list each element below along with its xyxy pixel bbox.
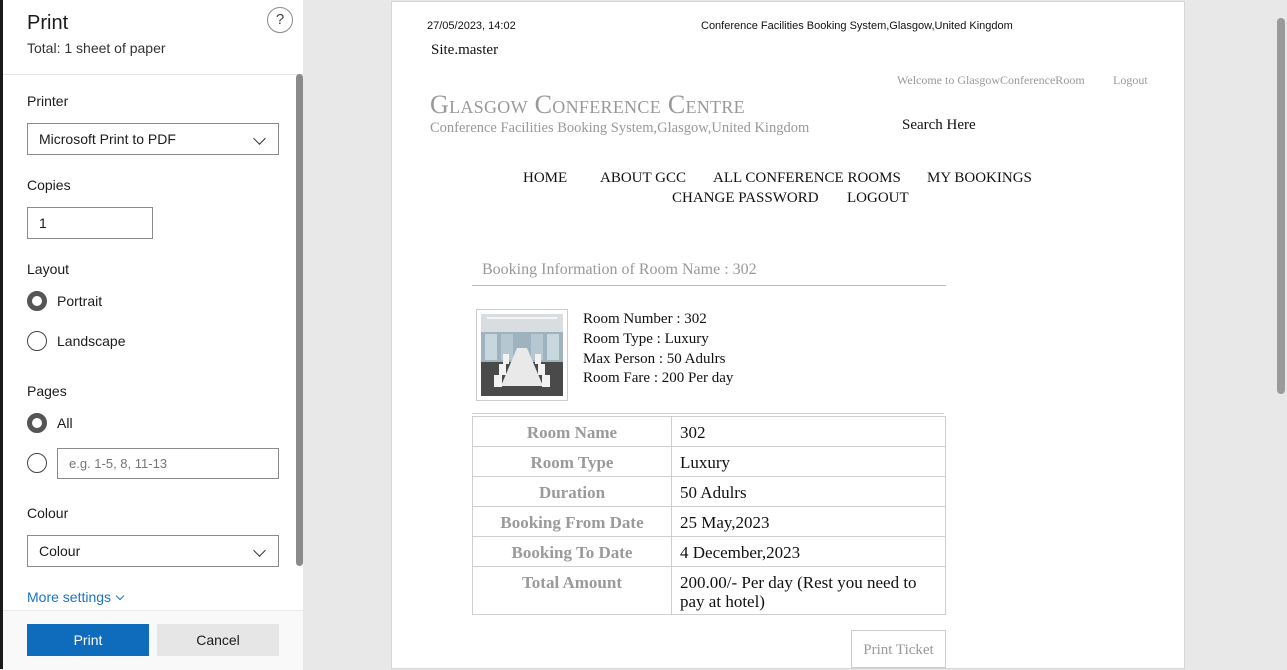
cancel-button[interactable]: Cancel [157, 624, 279, 656]
room-fare-text: Room Fare : 200 Per day [583, 370, 734, 386]
chevron-down-icon [253, 132, 266, 145]
table-row: Booking From Date 25 May,2023 [472, 506, 946, 537]
site-brand: Glasgow Conference Centre [430, 90, 745, 119]
copies-label: Copies [27, 177, 71, 193]
site-tagline: Conference Facilities Booking System,Gla… [430, 120, 810, 136]
panel-scrollbar[interactable] [296, 74, 303, 566]
more-settings-label: More settings [27, 589, 112, 605]
nav-logout[interactable]: LOGOUT [847, 190, 909, 207]
row-value: 302 [671, 416, 946, 447]
nav-home[interactable]: HOME [523, 170, 567, 187]
print-settings-panel: Print Total: 1 sheet of paper ? Printer … [0, 0, 303, 670]
room-thumbnail [476, 309, 568, 401]
pages-custom-radio[interactable] [27, 453, 47, 473]
nav-change-password[interactable]: CHANGE PASSWORD [672, 190, 819, 207]
divider [472, 413, 944, 414]
row-label: Duration [472, 476, 672, 507]
section-title: Booking Information of Room Name : 302 [482, 261, 757, 278]
colour-label: Colour [27, 505, 69, 521]
divider [472, 285, 946, 286]
help-icon[interactable]: ? [267, 7, 293, 33]
site-master-label: Site.master [431, 42, 499, 58]
row-label: Booking To Date [472, 536, 672, 567]
room-number-text: Room Number : 302 [583, 311, 707, 327]
sheet-count: Total: 1 sheet of paper [27, 40, 166, 56]
booking-details-table: Room Name 302 Room Type Luxury Duration … [472, 416, 946, 615]
nav-about[interactable]: ABOUT GCC [600, 170, 686, 187]
row-value: Luxury [671, 446, 946, 477]
preview-scrollbar[interactable] [1277, 18, 1285, 394]
chevron-down-icon [253, 544, 266, 557]
print-title: Print [27, 12, 69, 34]
search-label[interactable]: Search Here [902, 117, 976, 134]
table-row: Total Amount 200.00/- Per day (Rest you … [472, 566, 946, 615]
pages-range-input[interactable]: e.g. 1-5, 8, 11-13 [57, 448, 279, 479]
nav-all-rooms[interactable]: ALL CONFERENCE ROOMS [713, 170, 901, 187]
landscape-label: Landscape [57, 333, 126, 349]
landscape-radio[interactable] [27, 331, 47, 351]
table-row: Room Type Luxury [472, 446, 946, 477]
row-label: Total Amount [472, 566, 672, 615]
row-value: 50 Adulrs [671, 476, 946, 507]
printer-value: Microsoft Print to PDF [39, 131, 176, 147]
room-type-text: Room Type : Luxury [583, 331, 709, 347]
portrait-radio[interactable] [27, 291, 47, 311]
colour-value: Colour [39, 543, 81, 559]
conference-room-image [481, 314, 563, 396]
printer-select[interactable]: Microsoft Print to PDF [27, 123, 279, 155]
more-settings-link[interactable]: More settings [27, 589, 125, 605]
copies-input[interactable]: 1 [27, 207, 153, 239]
portrait-label: Portrait [57, 293, 103, 309]
panel-footer: Print Cancel [3, 610, 303, 670]
printer-label: Printer [27, 93, 69, 109]
row-label: Room Type [472, 446, 672, 477]
layout-label: Layout [27, 261, 70, 277]
row-value: 4 December,2023 [671, 536, 946, 567]
row-value: 25 May,2023 [671, 506, 946, 537]
welcome-text: Welcome to GlasgowConferenceRoom [897, 73, 1085, 87]
header-date: 27/05/2023, 14:02 [427, 20, 516, 32]
table-row: Duration 50 Adulrs [472, 476, 946, 507]
table-row: Room Name 302 [472, 416, 946, 447]
max-person-text: Max Person : 50 Adulrs [583, 351, 726, 367]
pages-all-radio[interactable] [27, 413, 47, 433]
nav-my-bookings[interactable]: MY BOOKINGS [927, 170, 1032, 187]
logout-link-top[interactable]: Logout [1113, 73, 1148, 88]
pages-label: Pages [27, 383, 67, 399]
print-preview-page: 27/05/2023, 14:02 Conference Facilities … [391, 1, 1185, 669]
divider [3, 74, 303, 75]
row-label: Booking From Date [472, 506, 672, 537]
row-label: Room Name [472, 416, 672, 447]
row-value: 200.00/- Per day (Rest you need to pay a… [671, 566, 946, 615]
print-ticket-button[interactable]: Print Ticket [851, 630, 946, 668]
table-row: Booking To Date 4 December,2023 [472, 536, 946, 567]
print-button[interactable]: Print [27, 624, 149, 656]
colour-select[interactable]: Colour [27, 535, 279, 567]
chevron-down-icon [115, 591, 125, 601]
header-title: Conference Facilities Booking System,Gla… [701, 20, 1013, 32]
pages-all-label: All [57, 415, 73, 431]
